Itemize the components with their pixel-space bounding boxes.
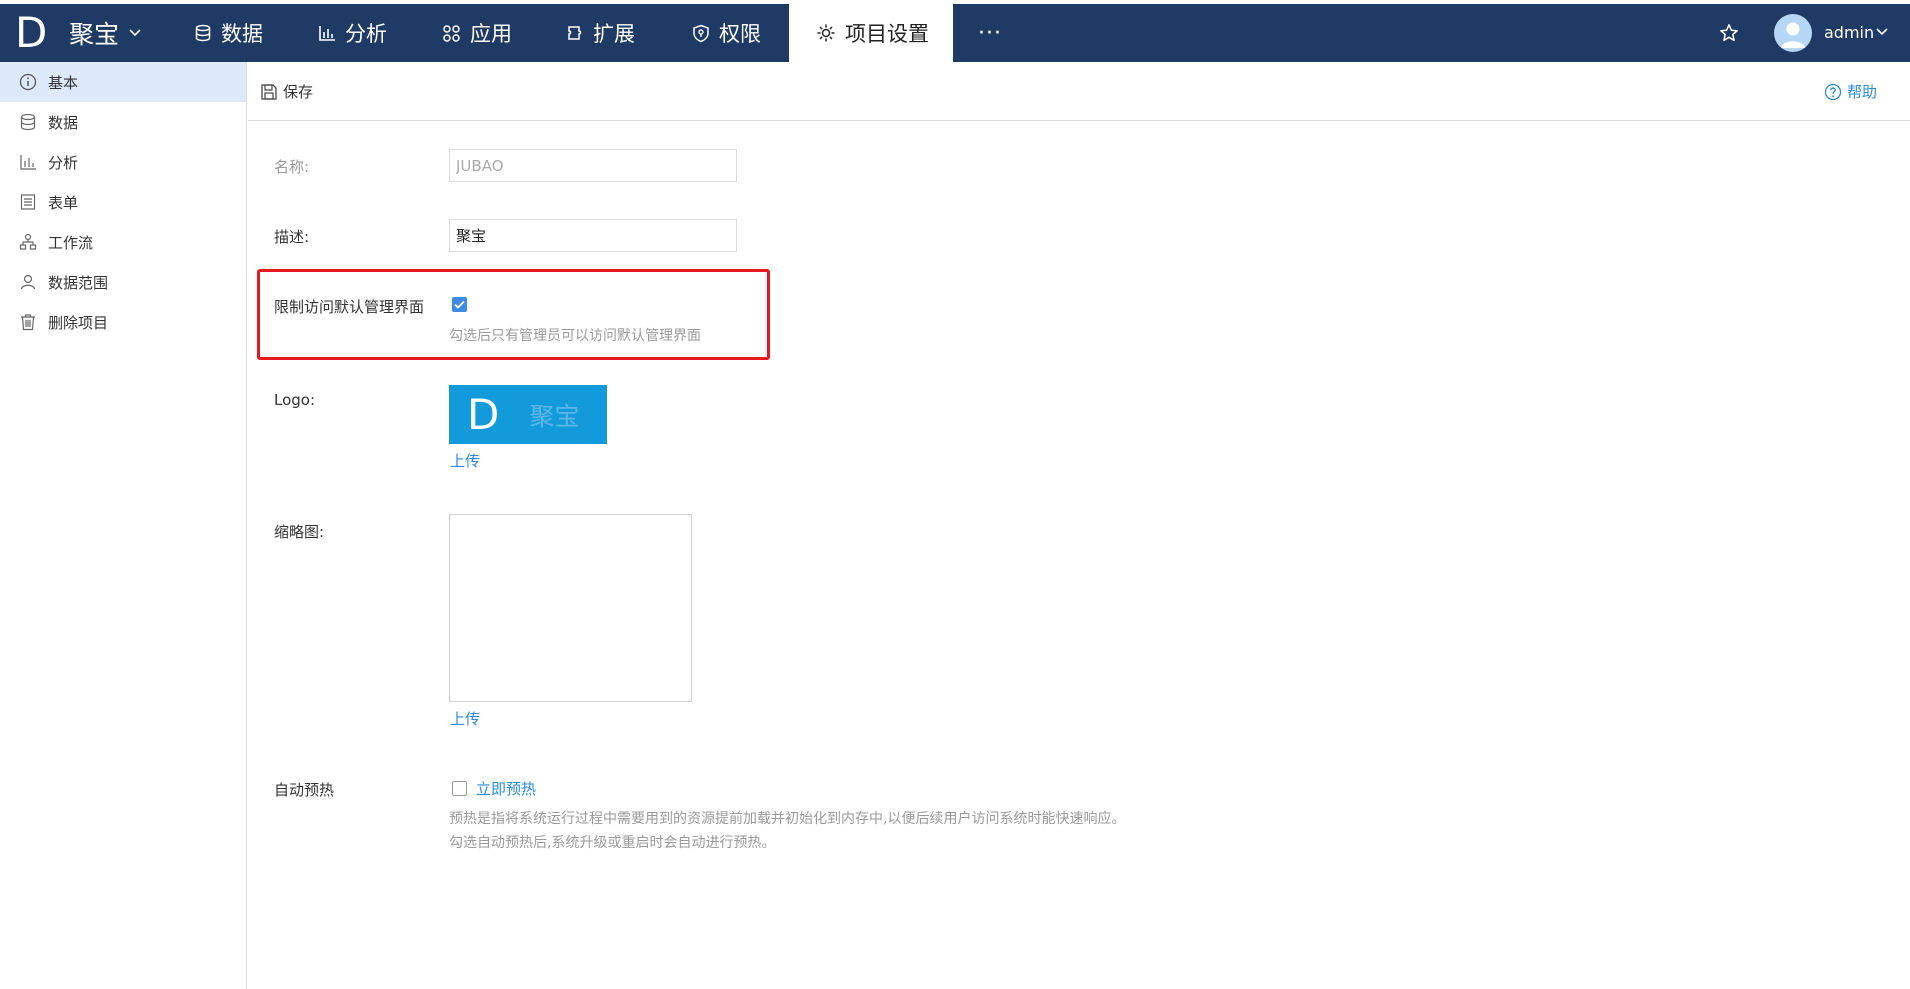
thumbnail-preview — [449, 514, 692, 702]
save-label: 保存 — [283, 83, 314, 101]
more-menu-button[interactable]: ··· — [970, 4, 1010, 62]
restrict-access-checkbox[interactable] — [452, 297, 467, 312]
thumbnail-upload-link[interactable]: 上传 — [450, 708, 480, 729]
auto-preheat-checkbox[interactable] — [452, 781, 467, 796]
user-avatar-icon — [1781, 22, 1805, 48]
name-label: 名称: — [274, 158, 310, 176]
sidebar-item-label: 基本 — [48, 73, 79, 92]
sidebar-item-label: 删除项目 — [48, 313, 109, 332]
sidebar-item-label: 数据 — [48, 113, 79, 132]
nav-label: 权限 — [719, 22, 761, 46]
checkmark-icon — [454, 300, 465, 309]
workflow-icon — [18, 232, 38, 252]
database-icon — [195, 24, 211, 42]
sidebar-item-workflow[interactable]: 工作流 — [0, 222, 246, 262]
nav-label: 数据 — [221, 22, 263, 46]
favorite-button[interactable] — [1716, 4, 1742, 62]
name-field — [449, 149, 737, 182]
nav-label: 应用 — [470, 22, 512, 46]
apps-icon — [443, 24, 460, 42]
preheat-hint-line-2: 勾选自动预热后,系统升级或重启时会自动进行预热。 — [449, 835, 776, 851]
avatar[interactable] — [1774, 14, 1812, 52]
floppy-disk-icon — [261, 83, 277, 100]
bar-chart-icon — [18, 152, 38, 172]
project-name: 聚宝 — [69, 20, 120, 49]
sidebar-item-label: 分析 — [48, 153, 79, 172]
restrict-access-label: 限制访问默认管理界面 — [274, 298, 425, 316]
chevron-down-icon — [129, 25, 141, 41]
restrict-access-hint: 勾选后只有管理员可以访问默认管理界面 — [449, 328, 701, 344]
sidebar-item-label: 数据范围 — [48, 273, 109, 292]
star-icon — [1720, 24, 1738, 42]
brand-logo: D — [15, 8, 48, 57]
nav-tab-permissions[interactable]: 权限 — [692, 4, 761, 62]
sidebar-item-analysis[interactable]: 分析 — [0, 142, 246, 182]
nav-label: 扩展 — [593, 22, 635, 46]
gear-icon — [817, 24, 835, 42]
sidebar-item-data[interactable]: 数据 — [0, 102, 246, 142]
sidebar-item-forms[interactable]: 表单 — [0, 182, 246, 222]
chevron-down-icon[interactable] — [1876, 4, 1888, 62]
nav-tab-project-settings[interactable]: 项目设置 — [789, 4, 953, 62]
nav-tab-data[interactable]: 数据 — [194, 4, 263, 62]
preheat-now-link[interactable]: 立即预热 — [476, 778, 536, 799]
nav-label: 分析 — [345, 22, 387, 46]
ellipsis-icon: ··· — [978, 20, 1002, 46]
nav-tab-analysis[interactable]: 分析 — [318, 4, 387, 62]
bar-chart-icon — [319, 26, 335, 41]
logo-upload-link[interactable]: 上传 — [450, 450, 480, 471]
top-navbar: D 聚宝 数据 分析 应用 扩展 权限 项目设置 ··· admin — [0, 4, 1910, 62]
sidebar-item-basic[interactable]: 基本 — [0, 62, 246, 102]
nav-label: 项目设置 — [845, 22, 929, 46]
user-scope-icon — [18, 272, 38, 292]
logo-label: Logo: — [274, 391, 316, 409]
question-circle-icon — [1824, 83, 1842, 100]
logo-preview: D 聚宝 — [449, 385, 607, 444]
auto-preheat-label: 自动预热 — [274, 781, 335, 799]
preheat-hint-line-1: 预热是指将系统运行过程中需要用到的资源提前加载并初始化到内存中,以便后续用户访问… — [449, 811, 1126, 827]
form-icon — [18, 192, 38, 212]
sidebar-item-data-scope[interactable]: 数据范围 — [0, 262, 246, 302]
nav-tab-extensions[interactable]: 扩展 — [566, 4, 635, 62]
help-button[interactable]: 帮助 — [1824, 62, 1877, 121]
description-field[interactable] — [449, 219, 737, 252]
thumbnail-label: 缩略图: — [274, 523, 325, 541]
sidebar-item-delete-project[interactable]: 删除项目 — [0, 302, 246, 342]
save-button[interactable]: 保存 — [260, 62, 313, 121]
help-label: 帮助 — [1847, 83, 1878, 101]
user-name[interactable]: admin — [1824, 4, 1874, 62]
puzzle-icon — [568, 26, 582, 40]
toolbar: 保存 帮助 — [248, 62, 1910, 121]
project-switcher[interactable]: D 聚宝 — [0, 4, 156, 62]
sidebar-item-label: 表单 — [48, 193, 79, 212]
logo-text: 聚宝 — [529, 401, 580, 431]
sidebar-item-label: 工作流 — [48, 233, 94, 252]
info-icon — [18, 72, 38, 92]
shield-icon — [693, 24, 709, 42]
trash-icon — [18, 312, 38, 332]
sidebar: 基本 数据 分析 表单 工作流 数据范围 删除项目 — [0, 62, 247, 989]
description-label: 描述: — [274, 228, 310, 246]
nav-tab-apps[interactable]: 应用 — [442, 4, 512, 62]
database-icon — [18, 112, 38, 132]
logo-letter: D — [467, 390, 500, 439]
